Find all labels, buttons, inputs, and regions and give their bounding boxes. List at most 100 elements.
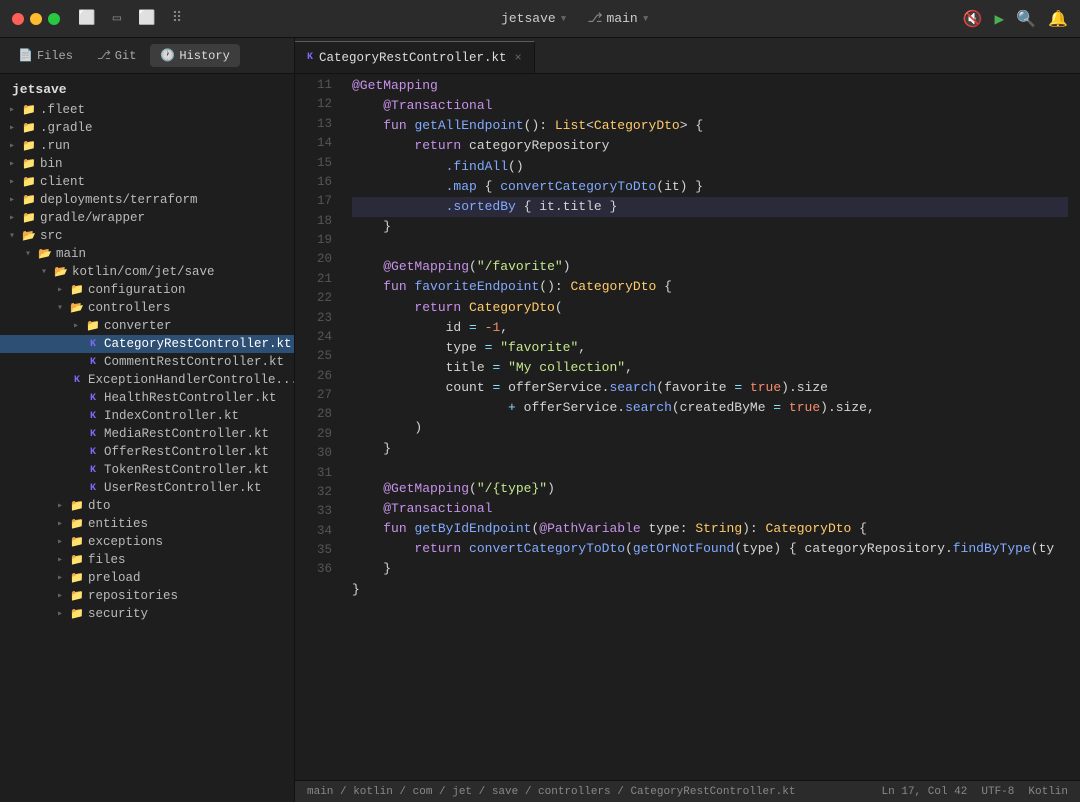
tree-label-configuration: configuration xyxy=(86,283,294,297)
apps-icon[interactable]: ⠿ xyxy=(166,8,188,30)
close-button[interactable] xyxy=(12,13,24,25)
tab-history[interactable]: 🕐 History xyxy=(150,44,239,67)
tab-files-label: Files xyxy=(37,49,73,63)
tree-item-src[interactable]: 📂 src xyxy=(0,227,294,245)
tree-item-exceptions[interactable]: 📁 exceptions xyxy=(0,533,294,551)
titlebar-actions: 🔇 ▶ 🔍 🔔 xyxy=(963,9,1068,29)
branch-selector[interactable]: ⎇ main ▾ xyxy=(588,11,650,26)
tree-item-client[interactable]: 📁 client xyxy=(0,173,294,191)
tree-label-main: main xyxy=(54,247,294,261)
tree-label-files: files xyxy=(86,553,294,567)
tree-item-health-controller[interactable]: K HealthRestController.kt xyxy=(0,389,294,407)
search-icon[interactable]: 🔍 xyxy=(1016,9,1036,29)
tree-item-token-controller[interactable]: K TokenRestController.kt xyxy=(0,461,294,479)
folder-gradle-wrapper-icon: 📁 xyxy=(20,211,38,225)
tree-item-converter[interactable]: 📁 converter xyxy=(0,317,294,335)
tab-git[interactable]: ⎇ Git xyxy=(87,44,146,67)
folder-exceptions-icon: 📁 xyxy=(68,535,86,549)
tree-label-deployments: deployments/terraform xyxy=(38,193,294,207)
code-line-24: type = "favorite", xyxy=(352,338,1068,358)
kotlin-file-icon: K xyxy=(84,338,102,350)
tree-item-gradle[interactable]: 📁 .gradle xyxy=(0,119,294,137)
mute-icon[interactable]: 🔇 xyxy=(963,9,983,29)
main-layout: 📄 Files ⎇ Git 🕐 History jetsave 📁 .fleet xyxy=(0,38,1080,802)
titlebar: ⬜ ▭ ⬜ ⠿ jetsave ▾ ⎇ main ▾ 🔇 ▶ 🔍 🔔 xyxy=(0,0,1080,38)
code-line-16: .map { convertCategoryToDto(it) } xyxy=(352,177,1068,197)
project-label: jetsave xyxy=(501,11,556,26)
tree-item-files[interactable]: 📁 files xyxy=(0,551,294,569)
kotlin-index-icon: K xyxy=(84,410,102,422)
layout-icon[interactable]: ▭ xyxy=(106,8,128,30)
chevron-dto-icon xyxy=(52,500,68,512)
tree-label-media-controller: MediaRestController.kt xyxy=(102,427,294,441)
tree-item-repositories[interactable]: 📁 repositories xyxy=(0,587,294,605)
kotlin-user-icon: K xyxy=(84,482,102,494)
sidebar-toggle-icon[interactable]: ⬜ xyxy=(76,8,98,30)
tree-item-user-controller[interactable]: K UserRestController.kt xyxy=(0,479,294,497)
tree-item-exception-controller[interactable]: K ExceptionHandlerControlle... xyxy=(0,371,294,389)
line-numbers: 11 12 13 14 15 16 17 18 19 20 21 22 23 2… xyxy=(295,74,340,780)
tree-item-controllers[interactable]: 📂 controllers xyxy=(0,299,294,317)
project-name[interactable]: jetsave ▾ xyxy=(501,11,567,26)
tree-label-health-controller: HealthRestController.kt xyxy=(102,391,294,405)
tree-item-configuration[interactable]: 📁 configuration xyxy=(0,281,294,299)
tree-item-gradle-wrapper[interactable]: 📁 gradle/wrapper xyxy=(0,209,294,227)
folder-kotlin-path-icon: 📂 xyxy=(52,265,70,279)
statusbar-right: Ln 17, Col 42 UTF-8 Kotlin xyxy=(882,786,1068,798)
tree-item-main[interactable]: 📂 main xyxy=(0,245,294,263)
folder-security-icon: 📁 xyxy=(68,607,86,621)
chevron-configuration-icon xyxy=(52,284,68,296)
run-icon[interactable]: ▶ xyxy=(995,9,1005,29)
tree-item-bin[interactable]: 📁 bin xyxy=(0,155,294,173)
chevron-gradle-icon xyxy=(4,122,20,134)
tree-item-dto[interactable]: 📁 dto xyxy=(0,497,294,515)
file-tree: jetsave 📁 .fleet 📁 .gradle 📁 .run xyxy=(0,74,294,802)
chevron-run-icon xyxy=(4,140,20,152)
notifications-icon[interactable]: 🔔 xyxy=(1048,9,1068,29)
file-encoding: UTF-8 xyxy=(981,786,1014,798)
minimize-button[interactable] xyxy=(30,13,42,25)
tree-label-src: src xyxy=(38,229,294,243)
tree-item-fleet[interactable]: 📁 .fleet xyxy=(0,101,294,119)
tree-item-preload[interactable]: 📁 preload xyxy=(0,569,294,587)
editor-tabs: K CategoryRestController.kt × xyxy=(295,38,1080,74)
tree-item-deployments[interactable]: 📁 deployments/terraform xyxy=(0,191,294,209)
sidebar-tabs: 📄 Files ⎇ Git 🕐 History xyxy=(0,38,294,74)
code-line-17: .sortedBy { it.title } xyxy=(352,197,1068,217)
chevron-controllers-icon xyxy=(52,302,68,314)
code-container: 11 12 13 14 15 16 17 18 19 20 21 22 23 2… xyxy=(295,74,1080,780)
tree-item-index-controller[interactable]: K IndexController.kt xyxy=(0,407,294,425)
editor-tab-category[interactable]: K CategoryRestController.kt × xyxy=(295,41,535,73)
folder-bin-icon: 📁 xyxy=(20,157,38,171)
code-editor[interactable]: @GetMapping @Transactional fun getAllEnd… xyxy=(340,74,1080,780)
code-line-34: return convertCategoryToDto(getOrNotFoun… xyxy=(352,539,1068,559)
editor-area: K CategoryRestController.kt × 11 12 13 1… xyxy=(295,38,1080,802)
maximize-button[interactable] xyxy=(48,13,60,25)
kotlin-media-icon: K xyxy=(84,428,102,440)
tree-label-offer-controller: OfferRestController.kt xyxy=(102,445,294,459)
chevron-gradle-wrapper-icon xyxy=(4,212,20,224)
folder-dto-icon: 📁 xyxy=(68,499,86,513)
tab-files[interactable]: 📄 Files xyxy=(8,44,83,67)
tree-item-run[interactable]: 📁 .run xyxy=(0,137,294,155)
tab-close-button[interactable]: × xyxy=(515,51,522,65)
tree-label-exceptions: exceptions xyxy=(86,535,294,549)
code-line-20: @GetMapping("/favorite") xyxy=(352,257,1068,277)
tree-item-media-controller[interactable]: K MediaRestController.kt xyxy=(0,425,294,443)
git-branch-icon: ⎇ xyxy=(588,11,603,26)
files-icon: 📄 xyxy=(18,48,33,63)
kotlin-token-icon: K xyxy=(84,464,102,476)
tree-label-entities: entities xyxy=(86,517,294,531)
tree-item-kotlin-path[interactable]: 📂 kotlin/com/jet/save xyxy=(0,263,294,281)
tree-item-comment-controller[interactable]: K CommentRestController.kt xyxy=(0,353,294,371)
kotlin-tab-icon: K xyxy=(307,52,313,63)
tree-label-dto: dto xyxy=(86,499,294,513)
tree-item-offer-controller[interactable]: K OfferRestController.kt xyxy=(0,443,294,461)
sidebar-right-icon[interactable]: ⬜ xyxy=(136,8,158,30)
tree-label-gradle-wrapper: gradle/wrapper xyxy=(38,211,294,225)
tree-item-entities[interactable]: 📁 entities xyxy=(0,515,294,533)
tree-item-security[interactable]: 📁 security xyxy=(0,605,294,623)
code-line-31: @GetMapping("/{type}") xyxy=(352,479,1068,499)
tree-item-category-controller[interactable]: K CategoryRestController.kt xyxy=(0,335,294,353)
code-line-13: fun getAllEndpoint(): List<CategoryDto> … xyxy=(352,116,1068,136)
